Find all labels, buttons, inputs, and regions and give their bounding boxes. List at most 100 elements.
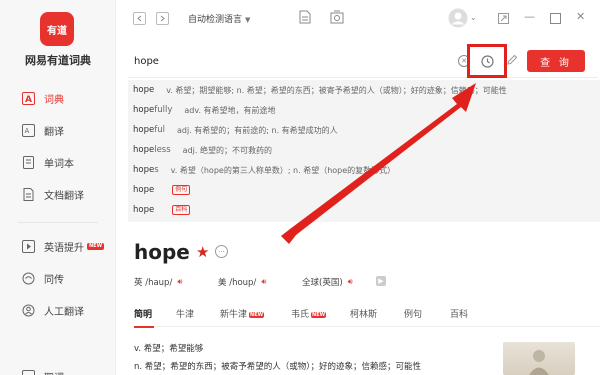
suggestion-item[interactable]: hopes v. 希望（hope的第三人称单数）; n. 希望（hope的复数形… bbox=[133, 160, 593, 180]
sidebar: 有道 网易有道词典 A 词典 A 翻译 单词本 文档翻译 英语提升 NEW 同传… bbox=[0, 0, 116, 375]
suggestion-definition: adv. 有希望地，有前途地 bbox=[184, 105, 276, 115]
phonetic-uk: 英 /haup/ 🔊︎ bbox=[134, 276, 182, 288]
new-badge: NEW bbox=[311, 312, 327, 318]
suggestion-word: hopefully bbox=[133, 105, 173, 115]
entry-illustration bbox=[503, 342, 575, 375]
suggestion-item[interactable]: hopeful adj. 有希望的；有前途的; n. 有希望成功的人 bbox=[133, 120, 593, 140]
sidebar-item-label: 英语提升 bbox=[44, 242, 84, 254]
wordbook-icon bbox=[22, 155, 35, 169]
suggestion-definition: adj. 有希望的；有前途的; n. 有希望成功的人 bbox=[176, 125, 338, 135]
sidebar-item-label: 单词本 bbox=[44, 158, 74, 170]
suggestion-item[interactable]: hope 例句 bbox=[133, 180, 593, 200]
edit-icon[interactable] bbox=[506, 54, 518, 66]
query-button[interactable]: 查 询 bbox=[527, 50, 585, 72]
suggestion-word: hope bbox=[133, 185, 155, 195]
suggestion-definition: v. 希望；期望能够; n. 希望；希望的东西；被寄予希望的人（或物）；好的迹象… bbox=[166, 85, 507, 95]
suggestion-item[interactable]: hope v. 希望；期望能够; n. 希望；希望的东西；被寄予希望的人（或物）… bbox=[133, 80, 593, 100]
sidebar-item-wordbook[interactable]: 单词本 bbox=[0, 150, 116, 174]
screenshot-icon[interactable] bbox=[330, 10, 344, 24]
sidebar-item-doc-translate[interactable]: 文档翻译 bbox=[0, 182, 116, 206]
suggestion-definition: v. 希望（hope的第三人称单数）; n. 希望（hope的复数形式） bbox=[170, 165, 396, 175]
language-select-value: 自动检测语言 bbox=[188, 15, 243, 25]
suggestion-word: hopes bbox=[133, 165, 159, 175]
top-bar: 自动检测语言 ▼ ⌄ — ✕ bbox=[116, 0, 600, 38]
app-window: 有道 网易有道词典 A 词典 A 翻译 单词本 文档翻译 英语提升 NEW 同传… bbox=[0, 0, 600, 375]
history-button[interactable] bbox=[467, 44, 507, 78]
tab-new-oxford[interactable]: 新牛津 NEW bbox=[220, 307, 265, 320]
sidebar-item-human-translate[interactable]: 人工翻译 bbox=[0, 298, 116, 322]
clock-icon bbox=[480, 54, 494, 68]
more-options-button[interactable]: ··· bbox=[215, 245, 228, 258]
translate-icon: A bbox=[22, 123, 35, 137]
chevron-right-icon bbox=[160, 15, 165, 22]
entry-panel: hope ★ ··· 英 /haup/ 🔊︎ 美 /houp/ 🔊︎ 全球(英国… bbox=[128, 222, 600, 375]
svg-text:A: A bbox=[25, 127, 30, 135]
sidebar-item-pick-word[interactable]: 取词 bbox=[0, 364, 116, 375]
tab-encyclopedia[interactable]: 百科 bbox=[450, 307, 468, 320]
active-tab-indicator bbox=[134, 326, 154, 328]
phonetic-us-text: 美 /houp/ bbox=[218, 278, 257, 288]
sidebar-item-dictionary[interactable]: A 词典 bbox=[0, 86, 116, 110]
phonetic-uk-text: 英 /haup/ bbox=[134, 278, 173, 288]
sidebar-divider bbox=[18, 222, 98, 223]
entry-tabs: 简明 牛津 新牛津 NEW 韦氏 NEW 柯林斯 例句 百科 bbox=[134, 307, 600, 327]
suggestion-item[interactable]: hopefully adv. 有希望地，有前途地 bbox=[133, 100, 593, 120]
sidebar-item-english-boost[interactable]: 英语提升 NEW bbox=[0, 234, 116, 258]
phonetic-global: 全球(英国) 🔊︎ bbox=[302, 276, 353, 288]
new-badge: NEW bbox=[249, 312, 265, 318]
minimize-button[interactable]: — bbox=[524, 10, 535, 23]
sidebar-item-label: 词典 bbox=[44, 94, 64, 106]
tab-oxford[interactable]: 牛津 bbox=[176, 307, 194, 320]
user-avatar-icon bbox=[448, 8, 468, 28]
chevron-down-icon[interactable]: ⌄ bbox=[470, 13, 477, 22]
document-icon bbox=[22, 187, 35, 201]
maximize-button[interactable] bbox=[550, 13, 561, 24]
favorite-star-icon[interactable]: ★ bbox=[196, 243, 209, 261]
sidebar-item-label: 文档翻译 bbox=[44, 190, 84, 202]
back-button[interactable] bbox=[133, 12, 146, 25]
svg-text:A: A bbox=[25, 95, 32, 105]
tab-webster[interactable]: 韦氏 NEW bbox=[291, 307, 327, 320]
definition-line: v. 希望；希望能够 bbox=[134, 344, 204, 354]
play-icon[interactable]: ▶ bbox=[376, 276, 386, 286]
chevron-down-icon: ▼ bbox=[245, 16, 251, 24]
app-name: 网易有道词典 bbox=[25, 54, 91, 67]
speaker-icon[interactable]: 🔊︎ bbox=[177, 277, 182, 287]
tab-label: 新牛津 bbox=[220, 310, 248, 320]
human-icon bbox=[22, 304, 35, 317]
example-tag: 例句 bbox=[172, 185, 191, 195]
app-logo: 有道 bbox=[40, 12, 74, 46]
suggestion-item[interactable]: hopeless adj. 绝望的；不可救药的 bbox=[133, 140, 593, 160]
forward-button[interactable] bbox=[156, 12, 169, 25]
chevron-left-icon bbox=[137, 15, 142, 22]
sidebar-item-label: 人工翻译 bbox=[44, 306, 84, 318]
more-icon: ··· bbox=[218, 247, 225, 256]
suggestion-word: hope bbox=[133, 205, 155, 215]
suggestion-word: hopeful bbox=[133, 125, 165, 135]
suggestion-word: hopeless bbox=[133, 145, 171, 155]
new-badge: NEW bbox=[87, 242, 105, 250]
close-button[interactable]: ✕ bbox=[576, 10, 585, 23]
speaker-icon[interactable]: 🔊︎ bbox=[348, 277, 353, 287]
headword: hope bbox=[134, 240, 190, 264]
language-select[interactable]: 自动检测语言 ▼ bbox=[188, 12, 250, 25]
sidebar-item-interpretation[interactable]: 同传 bbox=[0, 266, 116, 290]
tab-examples[interactable]: 例句 bbox=[404, 307, 422, 320]
suggestion-list: hope v. 希望；期望能够; n. 希望；希望的东西；被寄予希望的人（或物）… bbox=[128, 80, 600, 222]
definition-line: n. 希望；希望的东西；被寄予希望的人（或物）；好的迹象；信赖感；可能性 bbox=[134, 362, 422, 372]
notes-icon[interactable] bbox=[299, 10, 311, 24]
sidebar-item-label: 取词 bbox=[44, 369, 64, 375]
tab-collins[interactable]: 柯林斯 bbox=[350, 307, 377, 320]
phonetic-global-text: 全球(英国) bbox=[302, 278, 343, 288]
search-bar: ✕ 查 询 bbox=[128, 44, 598, 78]
avatar[interactable] bbox=[448, 8, 468, 32]
mini-mode-icon[interactable] bbox=[498, 13, 509, 24]
speaker-icon[interactable]: 🔊︎ bbox=[261, 277, 266, 287]
sidebar-item-label: 同传 bbox=[44, 274, 64, 286]
pick-icon bbox=[22, 369, 35, 375]
suggestion-item[interactable]: hope 百科 bbox=[133, 200, 593, 220]
tab-concise[interactable]: 简明 bbox=[134, 307, 152, 320]
sidebar-item-translate[interactable]: A 翻译 bbox=[0, 118, 116, 142]
encyclopedia-tag: 百科 bbox=[172, 205, 191, 215]
suggestion-word: hope bbox=[133, 85, 155, 95]
